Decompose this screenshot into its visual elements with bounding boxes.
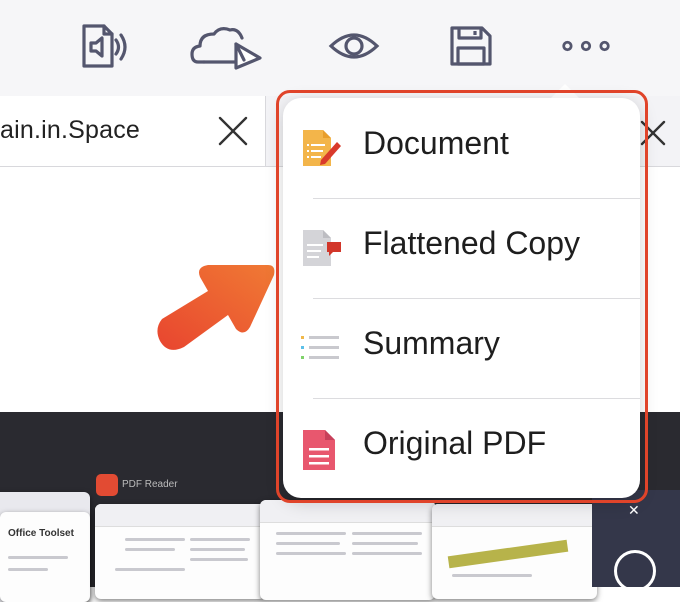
read-aloud-icon[interactable] [78, 22, 130, 70]
highlight-outline [276, 90, 648, 503]
eye-icon[interactable] [328, 22, 380, 70]
app-thumbnail[interactable] [432, 504, 597, 599]
top-toolbar [0, 0, 680, 96]
cloud-export-icon[interactable] [190, 22, 262, 70]
close-tab-icon[interactable] [216, 114, 250, 148]
pointer-arrow-icon [150, 255, 280, 355]
app-thumbnail[interactable] [95, 504, 265, 599]
home-circle-icon[interactable] [614, 550, 656, 592]
save-icon[interactable] [444, 22, 496, 70]
tab-active-document[interactable]: ain.in.Space [0, 96, 266, 166]
pdf-reader-app-icon [96, 474, 118, 496]
app-thumbnail[interactable]: Office Toolset [0, 512, 90, 602]
close-icon[interactable]: ✕ [628, 502, 640, 519]
app-thumbnail[interactable] [260, 500, 435, 600]
more-icon[interactable] [560, 22, 612, 70]
tab-title: ain.in.Space [0, 116, 140, 144]
side-panel: ✕ [592, 490, 680, 592]
